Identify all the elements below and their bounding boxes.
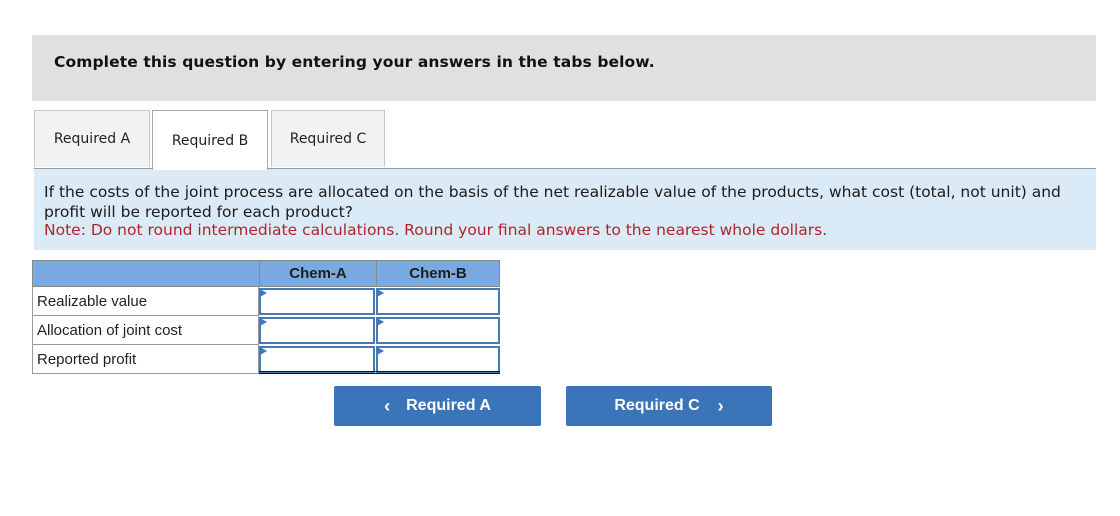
header-chem-b: Chem-B (409, 265, 467, 282)
chem-a-allocation-input[interactable] (259, 317, 375, 344)
tab-required-c[interactable]: Required C (271, 110, 385, 167)
prev-required-a-button[interactable]: ‹ Required A (334, 386, 541, 426)
chem-b-allocation-input[interactable] (376, 317, 500, 344)
chem-b-reported-profit-input[interactable] (376, 346, 500, 373)
tab-required-a[interactable]: Required A (34, 110, 150, 167)
rounding-note: Note: Do not round intermediate calculat… (44, 221, 828, 239)
row-label-realizable-value: Realizable value (32, 287, 259, 316)
row-label-allocation-joint-cost: Allocation of joint cost (32, 316, 259, 345)
chevron-left-icon: ‹ (384, 395, 391, 416)
next-required-c-button[interactable]: Required C › (566, 386, 772, 426)
total-double-underline (259, 371, 500, 374)
next-button-label: Required C (614, 397, 700, 414)
cropped-previous-content (50, 0, 110, 4)
instruction-banner: Complete this question by entering your … (32, 35, 1096, 101)
tab-label: Required A (53, 131, 131, 147)
table-header-row: Chem-A Chem-B (32, 260, 500, 287)
header-chem-a: Chem-A (289, 265, 347, 282)
tab-label: Required B (171, 132, 249, 149)
row-label-reported-profit: Reported profit (32, 345, 259, 374)
question-panel: If the costs of the joint process are al… (34, 169, 1096, 250)
chem-a-reported-profit-input[interactable] (259, 346, 375, 373)
tab-label: Required C (289, 131, 367, 147)
chem-b-realizable-value-input[interactable] (376, 288, 500, 315)
question-text: If the costs of the joint process are al… (44, 183, 1061, 221)
chem-a-realizable-value-input[interactable] (259, 288, 375, 315)
tab-required-b[interactable]: Required B (152, 110, 268, 170)
chevron-right-icon: › (717, 395, 724, 416)
prev-button-label: Required A (406, 397, 491, 414)
header-blank (33, 261, 259, 286)
instruction-text: Complete this question by entering your … (54, 53, 655, 71)
